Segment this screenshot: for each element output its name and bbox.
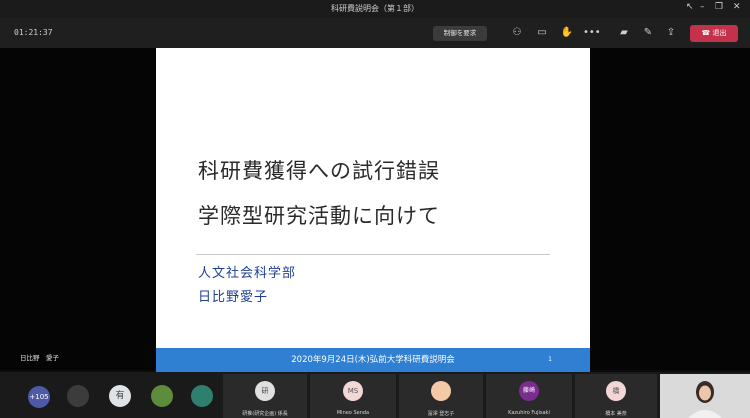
participant-tile[interactable]: MS Mineo Senda bbox=[310, 374, 396, 418]
slide-presenter-name: 日比野愛子 bbox=[198, 290, 269, 305]
minimize-icon[interactable]: – bbox=[700, 2, 705, 12]
maximize-icon[interactable]: ❐ bbox=[715, 2, 723, 12]
avatar bbox=[431, 381, 451, 401]
meeting-toolbar: 01:21:37 制御を要求 ⚇ ▭ ✋ ••• ▰ ✎ ⇪ ☎ 退出 bbox=[0, 18, 750, 48]
window-title: 科研費説明会（第１部） bbox=[331, 4, 419, 13]
raise-hand-icon[interactable]: ✋ bbox=[560, 27, 574, 39]
participant-name: Kazuhiro Fujisaki bbox=[508, 410, 550, 416]
self-video-person bbox=[660, 374, 750, 418]
slide-affiliation: 人文社会科学部 bbox=[198, 266, 297, 281]
participants-icon[interactable]: ⚇ bbox=[510, 27, 524, 39]
avatar[interactable] bbox=[67, 385, 89, 407]
close-icon[interactable]: ✕ bbox=[733, 2, 741, 12]
participant-tile[interactable]: 藤崎 Kazuhiro Fujisaki bbox=[486, 374, 572, 418]
avatar: 藤崎 bbox=[519, 381, 539, 401]
slide-footer: 2020年9月24日(木)弘前大学科研費説明会 1 bbox=[156, 348, 590, 372]
avatar: 橋 bbox=[606, 381, 626, 401]
slide-divider bbox=[196, 254, 550, 255]
leave-label: 退出 bbox=[712, 29, 727, 37]
more-options-icon[interactable]: ••• bbox=[583, 27, 601, 39]
avatar[interactable] bbox=[191, 385, 213, 407]
camera-off-icon[interactable]: ▰ bbox=[617, 27, 631, 39]
presenter-label: 日比野 愛子 bbox=[20, 354, 59, 362]
avatar: 研 bbox=[255, 381, 275, 401]
slide-page-number: 1 bbox=[548, 356, 552, 363]
slide-title-line2: 学際型研究活動に向けて bbox=[198, 204, 440, 228]
participant-name: 冨澤 登志子 bbox=[427, 411, 455, 417]
avatar: MS bbox=[343, 381, 363, 401]
title-bar: 科研費説明会（第１部） ↖ – ❐ ✕ bbox=[0, 0, 750, 18]
avatar[interactable]: 有 bbox=[109, 385, 131, 407]
avatar[interactable] bbox=[151, 385, 173, 407]
chat-icon[interactable]: ▭ bbox=[535, 27, 549, 39]
meeting-timer: 01:21:37 bbox=[14, 28, 53, 37]
more-participants-button[interactable]: +105 bbox=[28, 386, 50, 408]
participant-name: 橋本 美奈 bbox=[605, 411, 627, 417]
participant-name: 研推(研究企画) 係長 bbox=[242, 411, 288, 417]
self-video-preview[interactable] bbox=[660, 374, 750, 418]
participant-name: Mineo Senda bbox=[336, 410, 370, 416]
request-control-button[interactable]: 制御を要求 bbox=[433, 26, 487, 41]
participant-tile[interactable]: 研 研推(研究企画) 係長 bbox=[223, 374, 307, 418]
phone-icon: ☎ bbox=[701, 29, 711, 37]
pin-icon[interactable]: ↖ bbox=[686, 2, 694, 12]
share-screen-icon[interactable]: ⇪ bbox=[664, 27, 678, 39]
leave-button[interactable]: ☎ 退出 bbox=[690, 25, 738, 42]
presentation-slide: 科研費獲得への試行錯誤 学際型研究活動に向けて 人文社会科学部 日比野愛子 20… bbox=[156, 48, 590, 372]
participant-tile[interactable]: 冨澤 登志子 bbox=[399, 374, 483, 418]
slide-footer-text: 2020年9月24日(木)弘前大学科研費説明会 bbox=[291, 355, 455, 365]
mic-off-icon[interactable]: ✎ bbox=[641, 27, 655, 39]
slide-title-line1: 科研費獲得への試行錯誤 bbox=[198, 159, 440, 183]
participant-tile[interactable]: 橋 橋本 美奈 bbox=[575, 374, 657, 418]
